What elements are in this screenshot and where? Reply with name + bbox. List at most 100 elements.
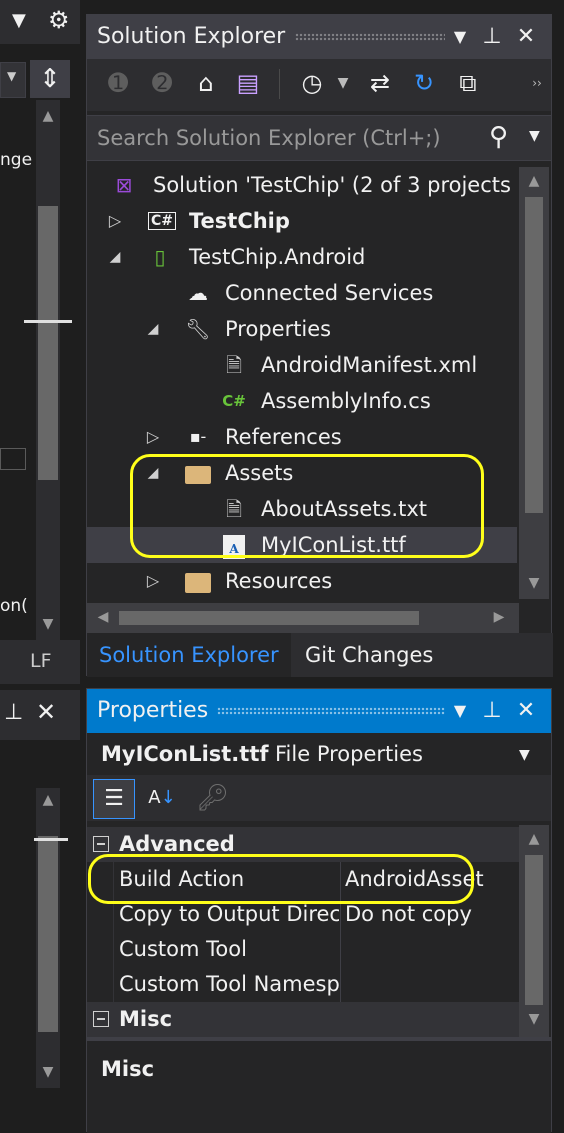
folder-icon [183,563,213,599]
left-vertical-scrollbar[interactable]: ▲ ▼ [24,100,72,640]
split-editor-icon[interactable]: ⇕ [30,60,70,98]
close-icon[interactable]: ✕ [511,689,541,733]
tree-node-android-manifest[interactable]: 🗎︎ AndroidManifest.xml [87,347,517,383]
window-options-dropdown-icon[interactable]: ▼ [445,689,475,733]
tree-horizontal-scrollbar[interactable]: ◀ ▶ [87,603,519,633]
pending-changes-filter-icon[interactable]: ◷ [295,59,329,107]
scroll-thumb[interactable] [525,855,543,1005]
home-icon[interactable]: ⌂ [189,59,223,107]
tab-label: Solution Explorer [99,643,279,667]
tree-node-label: TestChip.Android [189,245,366,269]
tree-node-label: Resources [225,569,333,593]
description-pane: Misc [87,1041,551,1133]
collapse-category-icon[interactable] [93,836,109,852]
connected-services-icon: ☁ [188,281,208,305]
solution-explorer-title: Solution Explorer [97,24,286,49]
tree-node-project-testchip[interactable]: ▷ C# TestChip [87,203,517,239]
tree-node-label: Properties [225,317,332,341]
close-icon[interactable]: ✕ [511,15,541,59]
left-lower-scrollbar[interactable]: ▲ ▼ [34,788,68,1088]
tab-label: Git Changes [305,643,434,667]
collapse-all-icon[interactable]: ⧉ [451,59,485,107]
left-input-fragment[interactable] [0,448,26,470]
scroll-down-arrow-icon[interactable]: ▼ [522,575,546,591]
chevron-down-icon[interactable]: ▼ [519,747,530,763]
collapsed-arrow-icon[interactable]: ▷ [143,563,163,599]
properties-toolbar: ☰ A↓ 🔑︎ [87,775,551,821]
gear-icon[interactable]: ⚙ [48,6,70,34]
titlebar-grip [217,707,445,715]
scroll-up-arrow-icon[interactable]: ▲ [36,108,60,124]
forward-icon[interactable]: ➋ [147,59,177,107]
scroll-thumb[interactable] [119,611,419,625]
category-misc[interactable]: Misc [87,1002,519,1037]
scroll-left-arrow-icon[interactable]: ◀ [91,609,115,625]
tree-node-label: Connected Services [225,281,434,305]
tree-node-properties[interactable]: ◢ 🔧︎ Properties [87,311,517,347]
category-name: Misc [119,1007,173,1031]
tree-node-resources[interactable]: ▷ Resources [87,563,517,599]
property-grid-scrollbar[interactable]: ▲ ▼ [519,825,549,1037]
scroll-up-arrow-icon[interactable]: ▲ [522,831,546,847]
toolbar-overflow-icon[interactable]: ›› [527,59,547,107]
property-row-custom-tool-namespace[interactable]: Custom Tool Namespace [87,967,519,1002]
alphabetical-icon[interactable]: A↓ [145,779,179,817]
property-pages-icon[interactable]: 🔑︎ [193,779,233,817]
object-selector[interactable]: MyIConList.ttf File Properties ▼ [87,733,551,775]
collapse-category-icon[interactable] [93,1011,109,1027]
solution-explorer-titlebar: Solution Explorer ▼ ⊥ ✕ [87,15,551,59]
vs-switch-views-icon[interactable]: ▤ [231,59,265,107]
expanded-arrow-icon[interactable]: ◢ [105,239,125,275]
search-input[interactable]: Search Solution Explorer (Ctrl+;) [97,116,441,160]
references-icon: ▪-■ [189,427,207,482]
close-icon[interactable]: ✕ [36,698,56,726]
left-combo[interactable]: ▼ [0,62,26,98]
collapsed-arrow-icon[interactable]: ▷ [105,203,125,239]
scroll-thumb[interactable] [525,197,543,513]
property-name: Custom Tool Namespace [119,972,339,996]
tree-node-assemblyinfo[interactable]: C# AssemblyInfo.cs [87,383,517,419]
search-options-dropdown-icon[interactable]: ▼ [529,128,540,144]
sync-icon[interactable]: ⇄ [363,59,397,107]
back-icon[interactable]: ➊ [103,59,133,107]
scroll-down-arrow-icon[interactable]: ▼ [36,616,60,632]
scroll-up-arrow-icon[interactable]: ▲ [36,792,60,808]
tree-node-solution[interactable]: ⊠ Solution 'TestChip' (2 of 3 projects [87,167,517,203]
wrench-icon: 🔧︎ [185,317,211,341]
tree-node-connected-services[interactable]: ☁ Connected Services [87,275,517,311]
solution-explorer-search[interactable]: Search Solution Explorer (Ctrl+;) ⚲ ▼ [87,115,551,161]
tree-node-label: References [225,425,342,449]
refresh-icon[interactable]: ↻ [407,59,441,107]
scroll-down-arrow-icon[interactable]: ▼ [522,1011,546,1027]
collapsed-arrow-icon[interactable]: ▷ [143,419,163,455]
pin-icon[interactable]: ⊥ [4,700,23,725]
tab-git-changes[interactable]: Git Changes [293,633,453,677]
categorized-icon[interactable]: ☰ [93,779,135,819]
line-ending-label[interactable]: LF [30,650,52,672]
solution-explorer-panel: Solution Explorer ▼ ⊥ ✕ ➊ ➋ ⌂ ▤ ◷ ▼ ⇄ ↻ … [86,14,553,677]
window-options-dropdown-icon[interactable]: ▼ [445,15,475,59]
pin-icon[interactable]: ⊥ [477,689,507,733]
chevron-down-icon[interactable]: ▼ [333,59,353,107]
tab-solution-explorer[interactable]: Solution Explorer [87,633,291,677]
dropdown-icon[interactable]: ▼ [12,10,26,31]
search-icon[interactable]: ⚲ [489,122,508,152]
pin-icon[interactable]: ⊥ [477,15,507,59]
property-row-custom-tool[interactable]: Custom Tool [87,932,519,967]
scroll-thumb[interactable] [38,206,58,480]
object-type: File Properties [275,742,423,766]
tree-node-references[interactable]: ▷ ▪-■ References [87,419,517,482]
scroll-right-arrow-icon[interactable]: ▶ [487,609,511,625]
scroll-down-arrow-icon[interactable]: ▼ [36,1064,60,1080]
tree-node-label: TestChip [189,209,290,233]
description-title: Misc [101,1057,155,1081]
properties-title: Properties [97,698,209,723]
scroll-up-arrow-icon[interactable]: ▲ [522,173,546,189]
expanded-arrow-icon[interactable]: ◢ [143,311,163,347]
tool-window-tabs: Solution Explorer Git Changes [87,633,553,677]
left-editor-panel: ▼ ⚙ ▼ ⇕ nge ▲ ▼ on( LF [0,0,80,690]
tree-node-project-android[interactable]: ◢ ▯ TestChip.Android [87,239,517,275]
left-lower-panel: ⊥ ✕ ▲ ▼ [0,690,80,1132]
scroll-thumb[interactable] [38,836,58,1032]
tree-vertical-scrollbar[interactable]: ▲ ▼ [519,167,549,599]
